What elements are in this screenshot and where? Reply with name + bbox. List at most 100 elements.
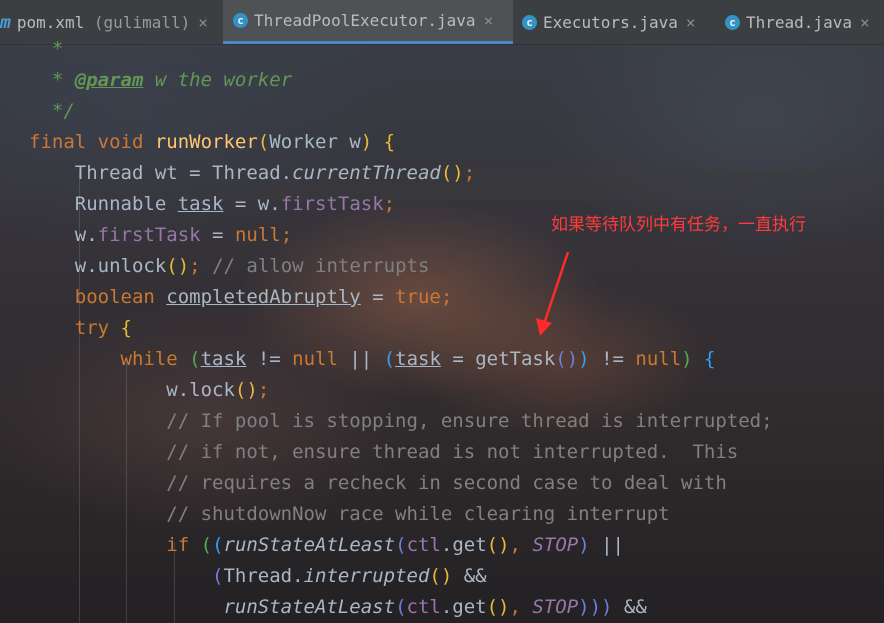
- code-line[interactable]: *: [29, 34, 63, 65]
- code-line[interactable]: runStateAtLeast(ctl.get(), STOP))) &&: [29, 592, 647, 623]
- code-line[interactable]: // if not, ensure thread is not interrup…: [29, 437, 738, 468]
- code-token: !=: [589, 348, 636, 370]
- code-line[interactable]: // requires a recheck in second case to …: [29, 468, 727, 499]
- code-token: *: [51, 38, 64, 60]
- code-token: w the worker: [143, 69, 293, 91]
- code-token: &&: [452, 565, 487, 587]
- code-token: &&: [612, 596, 647, 618]
- code-line[interactable]: boolean completedAbruptly = true;: [29, 282, 453, 313]
- code-token: = w.: [223, 193, 281, 215]
- code-token: *: [51, 69, 75, 91]
- code-token: STOP: [532, 596, 579, 618]
- code-line[interactable]: * @param w the worker: [29, 65, 292, 96]
- code-token: runWorker: [154, 131, 258, 153]
- code-token: task: [395, 348, 441, 370]
- code-token: currentThread: [292, 162, 441, 184]
- code-token: =: [360, 286, 396, 308]
- code-token: // If pool is stopping, ensure thread is…: [166, 410, 773, 432]
- code-line[interactable]: if ((runStateAtLeast(ctl.get(), STOP) ||: [29, 530, 624, 561]
- code-line[interactable]: w.unlock(); // allow interrupts: [29, 251, 430, 282]
- code-token: (): [486, 596, 510, 618]
- code-token: boolean: [74, 286, 167, 308]
- code-token: {: [692, 348, 716, 370]
- code-line[interactable]: w.firstTask = null;: [29, 220, 292, 251]
- java-class-icon: c: [522, 14, 537, 30]
- code-token: ;: [463, 162, 476, 184]
- code-line[interactable]: while (task != null || (task = getTask()…: [29, 344, 716, 375]
- code-line[interactable]: (Thread.interrupted() &&: [29, 561, 487, 592]
- code-token: completedAbruptly: [166, 286, 361, 308]
- code-token: ||: [589, 534, 624, 556]
- code-editor[interactable]: * * @param w the worker */ final void run…: [0, 38, 884, 623]
- code-token: (): [166, 255, 190, 277]
- tab-threadpoolexecutor[interactable]: c ThreadPoolExecutor.java ×: [223, 0, 513, 44]
- code-line[interactable]: // If pool is stopping, ensure thread is…: [29, 406, 773, 437]
- code-token: ;: [440, 286, 453, 308]
- code-token: null: [292, 348, 338, 370]
- code-token: task: [177, 193, 224, 215]
- code-token: firstTask: [97, 224, 201, 246]
- code-token: (): [234, 379, 258, 401]
- java-class-icon: c: [725, 14, 740, 30]
- code-token: Worker w: [269, 131, 361, 153]
- code-token: (: [200, 534, 213, 556]
- code-token: ctl: [406, 534, 441, 556]
- code-token: = getTask: [440, 348, 556, 370]
- tab-thread[interactable]: c Thread.java ×: [715, 0, 884, 44]
- code-token: firstTask: [280, 193, 384, 215]
- tab-label: Thread.java: [746, 12, 852, 32]
- code-token: =: [200, 224, 235, 246]
- close-icon[interactable]: ×: [860, 13, 870, 32]
- code-token: (: [212, 565, 224, 587]
- code-token: Thread.: [223, 565, 304, 587]
- close-icon[interactable]: ×: [484, 11, 494, 30]
- code-token: @param: [74, 69, 144, 91]
- code-token: !=: [246, 348, 293, 370]
- code-line[interactable]: Thread wt = Thread.currentThread();: [29, 158, 475, 189]
- code-token: ): [578, 348, 590, 370]
- tab-label: pom.xml (gulimall): [16, 12, 191, 32]
- code-token: w.: [74, 224, 98, 246]
- annotation-text: 如果等待队列中有任务，一直执行: [551, 215, 806, 235]
- code-token: ,: [509, 534, 533, 556]
- code-line[interactable]: // shutdownNow race while clearing inter…: [29, 499, 669, 530]
- code-line[interactable]: w.lock();: [29, 375, 269, 406]
- code-line[interactable]: try {: [29, 313, 132, 344]
- code-line[interactable]: Runnable task = w.firstTask;: [29, 189, 395, 220]
- code-token: true: [395, 286, 441, 308]
- code-token: // if not, ensure thread is not interrup…: [166, 441, 739, 463]
- tab-executors[interactable]: c Executors.java ×: [514, 0, 714, 44]
- code-token: interrupted: [303, 565, 430, 587]
- code-token: runStateAtLeast: [223, 596, 396, 618]
- code-line[interactable]: final void runWorker(Worker w) {: [29, 127, 395, 158]
- code-token: (): [440, 162, 464, 184]
- code-line[interactable]: */: [29, 96, 75, 127]
- code-token: (: [212, 534, 224, 556]
- code-token: ctl: [406, 596, 441, 618]
- code-token: // allow interrupts: [212, 255, 430, 277]
- close-icon[interactable]: ×: [198, 13, 208, 32]
- code-token: STOP: [532, 534, 579, 556]
- close-icon[interactable]: ×: [686, 13, 696, 32]
- code-token: null: [234, 224, 281, 246]
- code-token: if: [166, 534, 201, 556]
- code-token: (: [395, 596, 407, 618]
- code-token: (): [429, 565, 453, 587]
- code-token: (: [395, 534, 407, 556]
- code-token: (: [189, 348, 201, 370]
- code-token: try: [74, 317, 121, 339]
